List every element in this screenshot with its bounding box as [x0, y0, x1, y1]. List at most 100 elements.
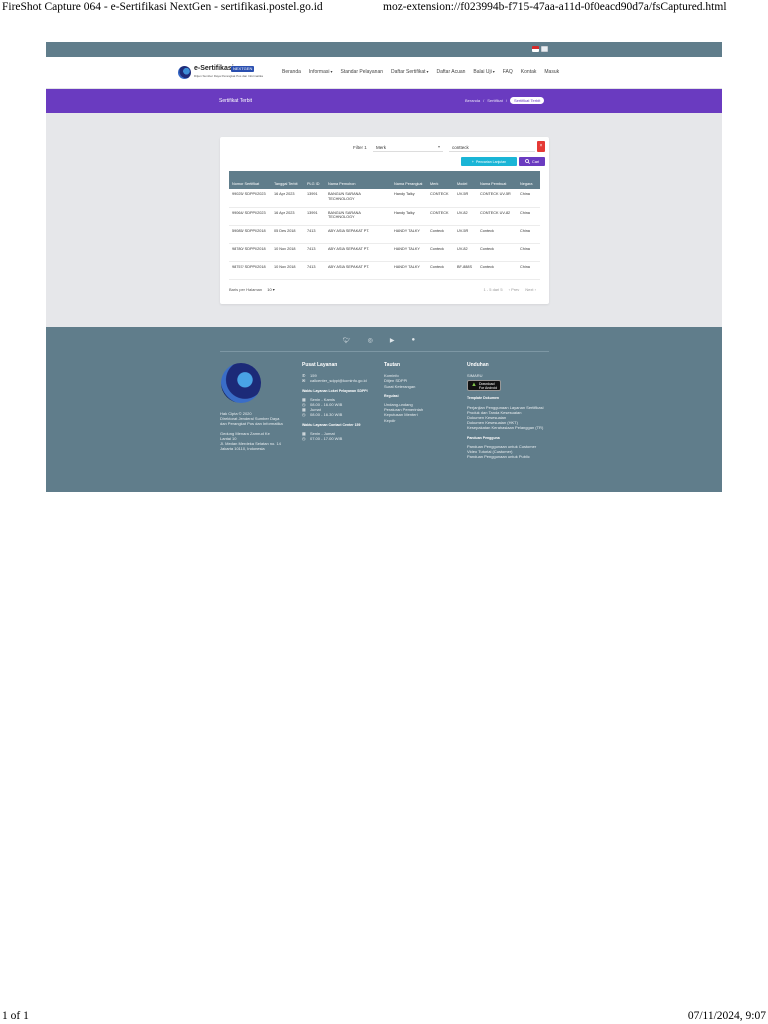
google-play-button[interactable]: ▲ Download For Android	[467, 380, 502, 392]
search-button-label: Cari	[531, 159, 540, 164]
table-cell: Conteck	[477, 261, 517, 280]
nav-item-balai-uji[interactable]: Balai Uji▾	[473, 69, 494, 75]
footer-text-line: Jakarta 10110, Indonesia	[220, 446, 265, 452]
next-label: Next	[525, 287, 534, 292]
footer-email[interactable]: ✉ callcenter_sdppi@kominfo.go.id	[302, 378, 368, 383]
table-cell: CONTECK UV-5R	[477, 189, 517, 208]
table-row[interactable]: 59085/ SDPPI/2018 05 Des 2018 7413 ABY A…	[229, 225, 540, 244]
rows-per-page-value: 10	[267, 287, 272, 292]
rows-per-page-select[interactable]: 10▾	[267, 287, 274, 292]
footer-pusat-layanan: Pusat Layanan ✆ 159 ✉ callcenter_sdppi@kom…	[302, 362, 368, 442]
email-address: callcenter_sdppi@kominfo.go.id	[310, 378, 367, 384]
column-header[interactable]: Merk	[427, 171, 454, 189]
footer-link-keputusan-menteri[interactable]: Keputusan Menteri	[384, 412, 423, 417]
print-header-url: moz-extension://f023994b-f715-47aa-a11d-…	[383, 1, 727, 13]
nav-item-informasi[interactable]: Informasi▾	[309, 69, 333, 75]
certificate-search-card: Filter 1 Merk ▾ × + Pencarian Lanjutan C…	[220, 137, 549, 304]
next-page-button[interactable]: Next ›	[525, 287, 536, 292]
table-cell: BF-888S	[454, 261, 477, 280]
table-cell: 13991	[304, 189, 325, 208]
table-cell: UV-82	[454, 207, 477, 226]
table-cell: Conteck	[427, 243, 454, 262]
table-cell: Conteck	[427, 225, 454, 244]
advanced-search-button[interactable]: + Pencarian Lanjutan	[461, 157, 517, 166]
guide-link[interactable]: Panduan Penggunaan untuk Public	[467, 454, 544, 459]
kominfo-logo-icon	[178, 66, 191, 79]
clock-icon: ◷	[302, 412, 306, 418]
nav-item-standar-pelayanan[interactable]: Standar Pelayanan	[340, 69, 383, 75]
search-button[interactable]: Cari	[519, 157, 545, 166]
column-header[interactable]: Nomor Sertifikat	[229, 171, 271, 189]
flag-en-icon[interactable]	[541, 46, 548, 52]
prev-page-button[interactable]: ‹ Prev	[509, 287, 520, 292]
chevron-down-icon: ▾	[437, 144, 440, 149]
table-cell: 7413	[304, 261, 325, 280]
footer-heading: Tautan	[384, 362, 401, 368]
table-cell: 10 Nov 2018	[271, 261, 304, 280]
nav-item-beranda[interactable]: Beranda	[282, 69, 301, 75]
table-cell: ABY ASIA SEPAKAT PT.	[325, 225, 391, 244]
search-icon	[524, 159, 530, 164]
column-header[interactable]: Model	[454, 171, 477, 189]
call-hours-text: 07.00 - 17.00 WIB	[310, 436, 343, 442]
footer-subheading: Template Dokumen	[467, 396, 500, 401]
table-cell: HANDY TALKY	[391, 225, 427, 244]
table-cell: Handy Talky	[391, 189, 427, 208]
prev-label: Prev	[511, 287, 520, 292]
flag-id-icon[interactable]	[532, 46, 539, 52]
table-header-row: Nomor Sertifikat Tanggal Terbit PLG ID N…	[229, 171, 540, 189]
template-link[interactable]: Kesepakatan Kerahasiaan Pelanggan (TR)	[467, 425, 544, 430]
page-range: 1 - 5 dari 5	[483, 287, 503, 292]
chevron-down-icon: ▾	[272, 287, 275, 292]
table-row[interactable]: 98757/ SDPPI/2018 10 Nov 2018 7413 ABY A…	[229, 261, 540, 280]
rows-per-page-label: Baris per Halaman	[229, 287, 263, 292]
footer-heading: Pusat Layanan	[302, 362, 338, 368]
chevron-left-icon: ‹	[508, 287, 510, 292]
table-cell: 16 Apr 2023	[271, 207, 304, 226]
search-input[interactable]	[449, 142, 535, 152]
breadcrumb-beranda[interactable]: Beranda	[465, 98, 480, 103]
footer-link-kepdir[interactable]: Kepdir	[384, 418, 423, 423]
print-header-title: FireShot Capture 064 - e-Sertifikasi Nex…	[2, 1, 323, 13]
table-cell: UV-5R	[454, 189, 477, 208]
footer-divider	[220, 351, 549, 352]
breadcrumb-separator: /	[505, 98, 507, 103]
nav-item-masuk[interactable]: Masuk	[544, 69, 559, 75]
column-header[interactable]: Nama Pemohon	[325, 171, 391, 189]
table-row[interactable]: 99025/ SDPPI/2023 16 Apr 2023 13991 BANG…	[229, 189, 540, 208]
chevron-down-icon: ▾	[426, 69, 429, 74]
clear-filter-button[interactable]: ×	[537, 141, 545, 152]
nav-item-faq[interactable]: FAQ	[503, 69, 513, 75]
table-row[interactable]: 98780/ SDPPI/2018 10 Nov 2018 7413 ABY A…	[229, 243, 540, 262]
nav-menu: Beranda Informasi▾ Standar Pelayanan Daf…	[282, 69, 559, 75]
footer-subheading: Waktu Layanan Contact Center 159	[302, 422, 361, 427]
footer-link-surat-keterangan[interactable]: Surat Keterangan	[384, 384, 423, 389]
twitter-icon[interactable]: 🐦︎	[343, 337, 351, 344]
table-cell: 7413	[304, 225, 325, 244]
nav-item-kontak[interactable]: Kontak	[521, 69, 537, 75]
column-header[interactable]: Tanggal Terbit	[271, 171, 304, 189]
footer-address: Hak Cipta © 2020 Direktorat Jenderal Sum…	[220, 411, 283, 451]
footer-unduhan: Unduhan SIMARU ▲ Download For Android Tem…	[467, 362, 544, 459]
column-header[interactable]: Nama Pembuat	[477, 171, 517, 189]
plus-icon: +	[471, 159, 474, 164]
youtube-icon[interactable]: ▶︎	[390, 337, 395, 344]
print-footer: 1 of 1 07/11/2024, 9:07	[0, 1010, 768, 1024]
breadcrumb-sertifikat[interactable]: Sertifikat	[487, 98, 503, 103]
table-row[interactable]: 99064/ SDPPI/2023 16 Apr 2023 13991 BANG…	[229, 207, 540, 226]
site-logo[interactable]: e-Sertifikasi NEXTGEN Ditjen Sumber Daya…	[178, 65, 263, 81]
filter-field-select[interactable]: Merk ▾	[373, 142, 443, 152]
column-header[interactable]: PLG ID	[304, 171, 325, 189]
table-cell: 98757/ SDPPI/2018	[229, 261, 271, 280]
column-header[interactable]: Negara	[517, 171, 540, 189]
table-cell: HANDY TALKY	[391, 243, 427, 262]
table-cell: 05 Des 2018	[271, 225, 304, 244]
facebook-icon[interactable]: ●	[412, 337, 416, 344]
footer-subheading: Regulasi	[384, 393, 399, 398]
nav-item-daftar-sertifikat[interactable]: Daftar Sertifikat▾	[391, 69, 428, 75]
nav-item-daftar-acuan[interactable]: Daftar Acuan	[437, 69, 466, 75]
table-cell: Conteck	[477, 243, 517, 262]
instagram-icon[interactable]: ◎	[368, 337, 373, 344]
column-header[interactable]: Nama Perangkat	[391, 171, 427, 189]
kominfo-footer-logo-icon	[221, 363, 261, 403]
